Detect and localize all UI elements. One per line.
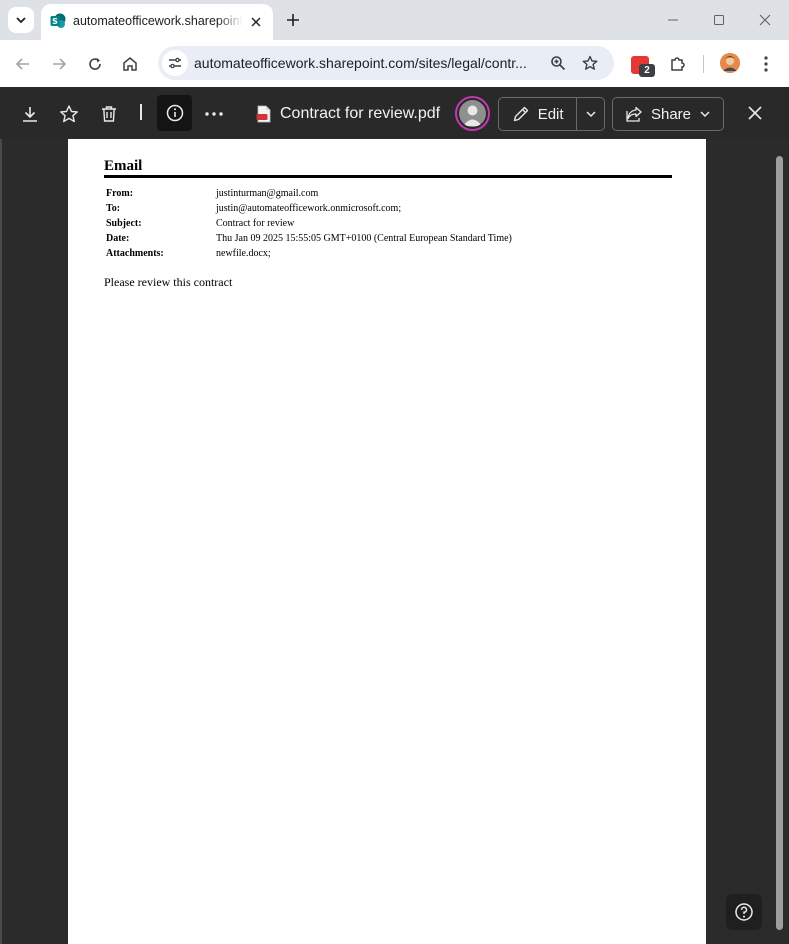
toolbar-separator — [703, 55, 704, 73]
minimize-button[interactable] — [661, 8, 685, 32]
file-name: Contract for review.pdf — [280, 105, 441, 122]
toolbar-divider — [140, 104, 142, 120]
zoom-button[interactable] — [546, 51, 570, 75]
edit-label: Edit — [537, 105, 564, 123]
email-body: Please review this contract — [104, 275, 233, 289]
avatar-icon — [720, 53, 740, 73]
edit-dropdown-button[interactable] — [577, 98, 604, 130]
header-label: Subject: — [106, 218, 142, 229]
arrow-left-icon — [15, 58, 29, 70]
svg-text:S: S — [52, 17, 58, 26]
sharepoint-icon: S — [50, 13, 66, 28]
user-avatar — [459, 100, 486, 127]
more-options-button[interactable] — [197, 97, 231, 131]
info-button[interactable] — [157, 95, 192, 131]
extension-badge-count: 2 — [639, 64, 655, 77]
download-button[interactable] — [13, 97, 47, 131]
header-label: From: — [106, 188, 134, 199]
edit-button[interactable]: Edit — [499, 98, 578, 130]
chevron-down-icon — [586, 111, 596, 118]
close-icon — [759, 14, 771, 26]
help-icon — [735, 903, 753, 921]
header-row-to: To: justin@automateofficework.onmicrosof… — [104, 201, 512, 216]
star-icon — [582, 55, 598, 70]
home-button[interactable] — [117, 51, 143, 77]
tab-title: automateofficework.sharepoint.com — [73, 14, 243, 28]
bookmark-button[interactable] — [578, 51, 602, 75]
close-icon — [251, 17, 261, 27]
share-icon — [626, 106, 642, 122]
close-viewer-button[interactable] — [742, 100, 768, 126]
address-bar[interactable]: automateofficework.sharepoint.com/sites/… — [158, 46, 614, 80]
header-value: Thu Jan 09 2025 15:55:05 GMT+0100 (Centr… — [216, 233, 512, 244]
browser-tab-active[interactable]: S automateofficework.sharepoint.com — [41, 4, 273, 40]
more-vertical-icon — [764, 56, 768, 72]
pdf-page: Email From: justinturman@gmail.com To: j… — [68, 139, 706, 944]
plus-icon — [287, 14, 299, 26]
pdf-file-icon — [256, 105, 271, 123]
share-label: Share — [650, 105, 692, 123]
window-close-button[interactable] — [753, 8, 777, 32]
back-button[interactable] — [10, 51, 36, 77]
profile-avatar[interactable] — [720, 53, 740, 73]
minimize-icon — [668, 19, 678, 21]
header-row-attachments: Attachments: newfile.docx; — [104, 246, 512, 261]
extensions-button[interactable] — [666, 52, 690, 76]
home-icon — [123, 57, 137, 71]
tab-strip: S automateofficework.sharepoint.com — [0, 0, 789, 40]
reload-icon — [89, 58, 101, 70]
viewport-edge — [0, 139, 2, 944]
vertical-scrollbar[interactable] — [776, 156, 783, 930]
download-icon — [23, 107, 37, 122]
favorite-button[interactable] — [52, 97, 86, 131]
tab-close-button[interactable] — [247, 13, 265, 31]
heading-rule — [104, 175, 672, 178]
info-icon — [166, 104, 183, 122]
extension-button[interactable]: 2 — [630, 54, 655, 78]
arrow-right-icon — [53, 58, 67, 70]
browser-menu-button[interactable] — [755, 52, 777, 76]
header-row-from: From: justinturman@gmail.com — [104, 186, 512, 201]
pencil-icon — [513, 106, 528, 122]
delete-button[interactable] — [92, 97, 126, 131]
edit-split-button: Edit — [498, 97, 605, 131]
maximize-button[interactable] — [707, 8, 731, 32]
more-horizontal-icon — [205, 112, 223, 116]
reload-button[interactable] — [82, 51, 108, 77]
header-row-date: Date: Thu Jan 09 2025 15:55:05 GMT+0100 … — [104, 231, 512, 246]
tune-icon — [169, 57, 181, 69]
chevron-down-icon — [16, 17, 26, 24]
star-icon — [60, 105, 78, 123]
close-icon — [748, 106, 762, 120]
forward-button[interactable] — [46, 51, 72, 77]
share-button[interactable]: Share — [612, 97, 724, 131]
puzzle-icon — [671, 57, 685, 71]
maximize-icon — [714, 15, 724, 25]
header-label: To: — [106, 203, 121, 214]
help-button[interactable] — [726, 894, 762, 930]
site-info-button[interactable] — [162, 50, 188, 76]
header-value: Contract for review — [216, 218, 295, 229]
header-label: Date: — [106, 233, 130, 244]
header-value: newfile.docx; — [216, 248, 271, 259]
email-header-table: From: justinturman@gmail.com To: justin@… — [104, 186, 512, 261]
url-text[interactable]: automateofficework.sharepoint.com/sites/… — [194, 55, 534, 71]
zoom-icon — [551, 56, 566, 71]
email-heading: Email — [104, 158, 143, 174]
tab-search-button[interactable] — [8, 7, 34, 33]
new-tab-button[interactable] — [282, 9, 304, 31]
header-label: Attachments: — [106, 248, 164, 259]
chevron-down-icon — [700, 111, 710, 118]
header-value: justin@automateofficework.onmicrosoft.co… — [216, 203, 402, 214]
trash-icon — [102, 106, 116, 122]
file-title: Contract for review.pdf — [256, 103, 440, 125]
presence-avatar[interactable] — [455, 96, 490, 131]
header-row-subject: Subject: Contract for review — [104, 216, 512, 231]
person-icon — [463, 105, 482, 126]
header-value: justinturman@gmail.com — [216, 188, 319, 199]
